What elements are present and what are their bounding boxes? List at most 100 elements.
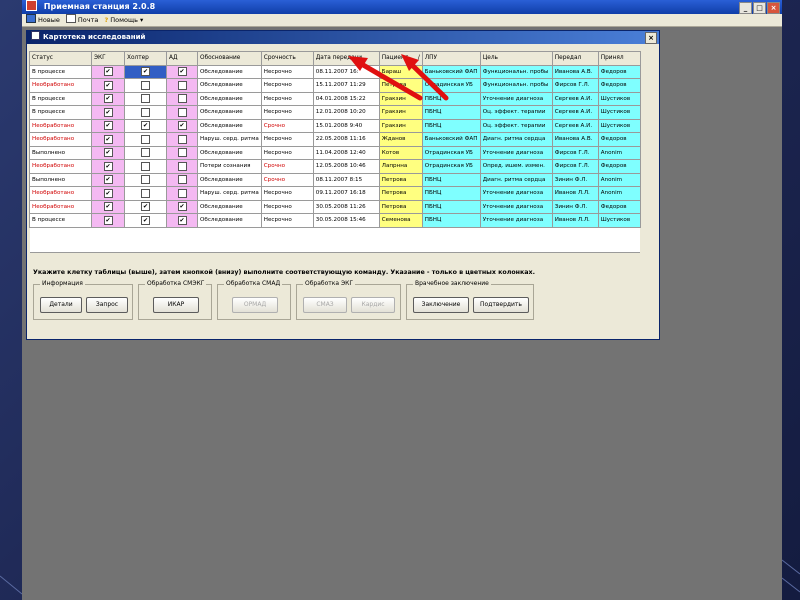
col-reason[interactable]: Обоснование xyxy=(197,51,262,66)
cell-status[interactable]: Необработано xyxy=(29,78,92,93)
cell-holter[interactable]: ✔ xyxy=(124,199,167,214)
cell-date[interactable]: 30.05.2008 11:26 xyxy=(312,199,380,214)
cell-sender[interactable]: Иванова А.В. xyxy=(551,132,599,147)
checkbox[interactable] xyxy=(141,148,150,158)
checkbox[interactable]: ✔ xyxy=(103,94,113,104)
cell-lpu[interactable]: Баньковский ФАП xyxy=(421,132,481,147)
cell-reason[interactable]: Обследование xyxy=(197,64,262,79)
cell-lpu[interactable]: Отрадинская УБ xyxy=(421,78,481,93)
cell-ekg[interactable]: ✔ xyxy=(91,172,125,187)
checkbox[interactable]: ✔ xyxy=(177,202,187,212)
close-button[interactable]: × xyxy=(767,2,780,14)
cell-urgency[interactable]: Несрочно xyxy=(260,91,314,106)
menu-new[interactable]: Новые xyxy=(26,14,60,26)
cell-date[interactable]: 09.11.2007 16:18 xyxy=(312,186,380,201)
cell-ekg[interactable]: ✔ xyxy=(91,213,125,228)
cell-ekg[interactable]: ✔ xyxy=(91,91,125,106)
cell-holter[interactable] xyxy=(124,78,167,93)
cell-ekg[interactable]: ✔ xyxy=(91,199,125,214)
cell-lpu[interactable]: ПБНЦ xyxy=(421,213,481,228)
cell-patient[interactable]: Петрова xyxy=(378,186,423,201)
cell-urgency[interactable]: Несрочно xyxy=(260,132,314,147)
col-sender[interactable]: Передал xyxy=(551,51,599,66)
cell-goal[interactable]: Уточнение диагноза xyxy=(479,213,553,228)
cell-holter[interactable] xyxy=(124,132,167,147)
checkbox[interactable]: ✔ xyxy=(177,215,187,225)
checkbox[interactable]: ✔ xyxy=(103,107,113,117)
checkbox[interactable]: ✔ xyxy=(103,80,113,90)
checkbox[interactable]: ✔ xyxy=(103,215,113,225)
conclusion-button[interactable]: Заключение xyxy=(413,297,469,313)
cell-patient[interactable]: Жданов xyxy=(378,132,423,147)
cell-ekg[interactable]: ✔ xyxy=(91,159,125,174)
cell-urgency[interactable]: Несрочно xyxy=(260,213,314,228)
col-urgency[interactable]: Срочность xyxy=(260,51,314,66)
cell-goal[interactable]: Уточнение диагноза xyxy=(479,199,553,214)
cell-ad[interactable]: ✔ xyxy=(166,64,198,79)
cell-reason[interactable]: Обследование xyxy=(197,118,262,133)
table-row[interactable]: Выполнено ✔ Обследование Несрочно 11.04.2008… xyxy=(29,145,641,160)
cell-ad[interactable]: ✔ xyxy=(166,118,198,133)
cell-goal[interactable]: Опред. ишем. измен. xyxy=(479,159,553,174)
cell-receiver[interactable]: Anonim xyxy=(597,186,641,201)
cell-date[interactable]: 12.05.2008 10:46 xyxy=(312,159,380,174)
checkbox[interactable]: ✔ xyxy=(103,148,113,158)
cell-receiver[interactable]: Anonim xyxy=(597,172,641,187)
col-ad[interactable]: АД xyxy=(166,51,198,66)
checkbox[interactable] xyxy=(177,80,187,90)
cell-sender[interactable]: Иванов Л.Л. xyxy=(551,213,599,228)
cell-sender[interactable]: Иванова А.В. xyxy=(551,64,599,79)
cell-urgency[interactable]: Срочно xyxy=(260,118,314,133)
cell-urgency[interactable]: Срочно xyxy=(260,159,314,174)
cell-sender[interactable]: Фирсов Г.Л. xyxy=(551,159,599,174)
cell-sender[interactable]: Зинин Ф.Л. xyxy=(551,172,599,187)
cell-patient[interactable]: Семенова xyxy=(378,213,423,228)
checkbox[interactable]: ✔ xyxy=(141,202,150,212)
cell-reason[interactable]: Потери сознания xyxy=(197,159,262,174)
checkbox[interactable] xyxy=(141,80,150,90)
checkbox[interactable]: ✔ xyxy=(103,121,113,131)
checkbox[interactable] xyxy=(177,94,187,104)
checkbox[interactable] xyxy=(177,175,187,185)
checkbox[interactable]: ✔ xyxy=(103,175,113,185)
table-row[interactable]: В процессе ✔ ✔ ✔ Обследование Несрочно 30.05.2… xyxy=(29,213,641,228)
cell-status[interactable]: Необработано xyxy=(29,159,92,174)
cell-lpu[interactable]: ПБНЦ xyxy=(421,199,481,214)
checkbox[interactable]: ✔ xyxy=(103,134,113,144)
cell-status[interactable]: В процессе xyxy=(29,64,92,79)
cell-reason[interactable]: Обследование xyxy=(197,172,262,187)
cell-reason[interactable]: Обследование xyxy=(197,105,262,120)
cell-receiver[interactable]: Шустиков xyxy=(597,118,641,133)
col-goal[interactable]: Цель xyxy=(479,51,553,66)
cell-receiver[interactable]: Шустиков xyxy=(597,213,641,228)
cell-holter[interactable]: ✔ xyxy=(124,118,167,133)
cell-urgency[interactable]: Несрочно xyxy=(260,78,314,93)
cell-patient[interactable]: Бараш xyxy=(378,64,423,79)
cell-receiver[interactable]: Шустиков xyxy=(597,91,641,106)
col-ekg[interactable]: ЭКГ xyxy=(91,51,125,66)
cell-holter[interactable]: ✔ xyxy=(124,64,167,79)
request-button[interactable]: Запрос xyxy=(86,297,128,313)
col-holter[interactable]: Холтер xyxy=(124,51,167,66)
cell-patient[interactable]: Гракзин xyxy=(378,105,423,120)
cell-status[interactable]: В процессе xyxy=(29,105,92,120)
cell-ad[interactable]: ✔ xyxy=(166,213,198,228)
cell-status[interactable]: Необработано xyxy=(29,199,92,214)
cell-ekg[interactable]: ✔ xyxy=(91,78,125,93)
cell-ekg[interactable]: ✔ xyxy=(91,145,125,160)
cell-reason[interactable]: Обследование xyxy=(197,213,262,228)
cell-lpu[interactable]: ПБНЦ xyxy=(421,172,481,187)
cell-urgency[interactable]: Срочно xyxy=(260,172,314,187)
cell-ad[interactable] xyxy=(166,132,198,147)
cell-status[interactable]: Выполнено xyxy=(29,172,92,187)
cell-goal[interactable]: Диагн. ритма сердца xyxy=(479,172,553,187)
cell-ad[interactable] xyxy=(166,78,198,93)
checkbox[interactable] xyxy=(141,161,150,171)
smaz-button[interactable]: СМАЗ xyxy=(303,297,347,313)
cell-holter[interactable] xyxy=(124,159,167,174)
cell-urgency[interactable]: Несрочно xyxy=(260,64,314,79)
table-row[interactable]: Необработано ✔ Наруш. серд. ритма Несрочно 2… xyxy=(29,132,641,147)
checkbox[interactable] xyxy=(177,161,187,171)
checkbox[interactable] xyxy=(141,188,150,198)
checkbox[interactable] xyxy=(177,107,187,117)
